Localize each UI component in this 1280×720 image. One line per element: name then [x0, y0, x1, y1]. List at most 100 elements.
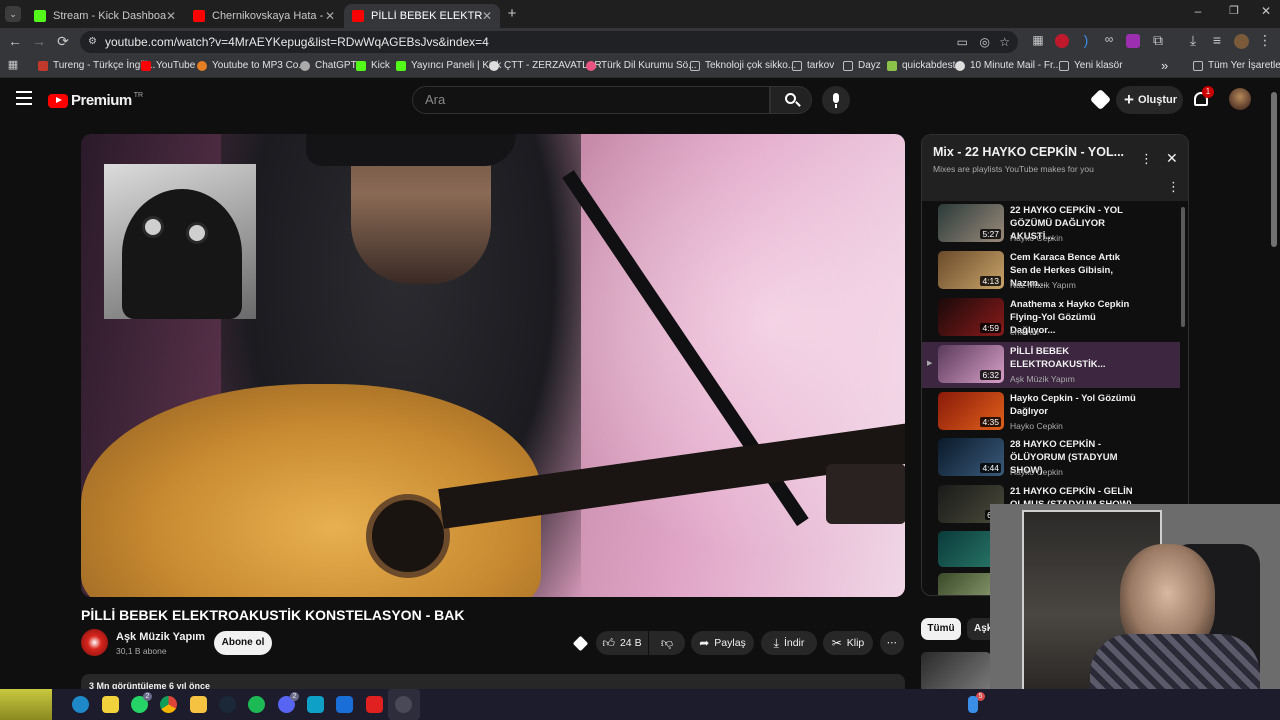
playlist-item[interactable]: 4:44 28 HAYKO CEPKİN - ÖLÜYORUM (STADYUM… — [922, 435, 1180, 481]
bookmark-ctt[interactable]: ÇTT - ZERZAVATLAR — [489, 60, 602, 71]
download-icon[interactable]: ⤓ — [1185, 32, 1201, 49]
bookmark-yt-mp3[interactable]: Youtube to MP3 Co... — [197, 60, 307, 71]
playlist-thumbnail: 4:35 — [938, 392, 1004, 430]
duration-badge: 4:59 — [980, 323, 1001, 333]
acrobat-icon[interactable] — [366, 696, 383, 713]
bookmark-kick-panel[interactable]: Yayıncı Paneli | Kick — [396, 60, 501, 71]
bookmark-folder-tarkov[interactable]: tarkov — [792, 60, 834, 71]
file-explorer-icon[interactable] — [190, 696, 207, 713]
dislike-button[interactable]: 👎︎ — [649, 631, 685, 655]
premium-jewel-icon[interactable] — [572, 635, 589, 652]
sticky-notes-icon[interactable] — [102, 696, 119, 713]
steam-icon[interactable] — [219, 696, 236, 713]
extension-red-icon[interactable] — [1055, 34, 1069, 48]
video-player[interactable] — [81, 134, 905, 597]
search-button[interactable] — [770, 86, 812, 114]
install-app-icon[interactable]: ▭ — [957, 31, 968, 53]
reload-icon[interactable]: ⟳ — [54, 33, 72, 50]
account-avatar[interactable] — [1229, 88, 1251, 110]
playlist-item[interactable]: 4:13 Cem Karaca Bence Artık Sen de Herke… — [922, 248, 1180, 294]
bookmarks-overflow-button[interactable]: » — [1161, 58, 1168, 73]
playlist-close-icon[interactable]: ✕ — [1166, 150, 1178, 167]
download-button[interactable]: ⤓ İndir — [761, 631, 817, 655]
extension-purple-icon[interactable] — [1126, 34, 1140, 48]
tab-pilli-bebek[interactable]: PİLLİ BEBEK ELEKTROAKUSTİK K ✕ — [344, 4, 500, 28]
bookmark-folder-teknoloji[interactable]: Teknoloji çok sikko... — [690, 60, 796, 71]
edge-icon[interactable] — [72, 696, 89, 713]
more-actions-button[interactable]: ⋯ — [880, 631, 904, 655]
bookmark-youtube[interactable]: YouTube — [141, 60, 195, 71]
clip-button[interactable]: ✂ Klip — [823, 631, 873, 655]
tab-search-icon[interactable]: ⌄ — [5, 6, 21, 22]
site-info-icon[interactable]: ⚙ — [88, 31, 97, 53]
back-arrow-icon[interactable]: ← — [6, 33, 24, 49]
playlist-item[interactable]: 4:59 Anathema x Hayko Cepkin Flying-Yol … — [922, 295, 1180, 341]
forward-arrow-icon[interactable]: → — [30, 33, 48, 49]
chrome-icon[interactable] — [160, 696, 177, 713]
playlist-item[interactable]: 5:27 22 HAYKO CEPKİN - YOL GÖZÜMÜ DAĞLIY… — [922, 201, 1180, 247]
logo-region: TR — [133, 92, 144, 99]
bookmark-quickabdest[interactable]: quickabdest — [887, 60, 955, 71]
address-bar[interactable]: ⚙ youtube.com/watch?v=4MrAEYKepug&list=R… — [80, 31, 1018, 53]
eye-off-icon[interactable]: ◎ — [980, 31, 990, 53]
bookmark-kick[interactable]: Kick — [356, 60, 390, 71]
subscribe-button[interactable]: Abone ol — [214, 631, 272, 655]
channel-avatar[interactable] — [81, 629, 108, 656]
store-icon[interactable] — [307, 696, 324, 713]
cat-silhouette — [122, 189, 242, 319]
bookmark-star-icon[interactable]: ☆ — [999, 31, 1010, 53]
playlist-item-current[interactable]: ▶ 6:32 PİLLİ BEBEK ELEKTROAKUSTİK... Aşk… — [922, 342, 1180, 388]
tab-kick-dashboard[interactable]: Stream - Kick Dashboard ✕ — [26, 4, 184, 28]
more-horizontal-icon: ⋯ — [886, 637, 898, 649]
restore-window-icon[interactable]: ❐ — [1224, 4, 1244, 17]
premium-badge-icon[interactable] — [1089, 88, 1112, 111]
extension-audio-icon[interactable]: ) — [1078, 32, 1094, 48]
youtube-logo[interactable]: Premium TR — [48, 92, 143, 109]
notification-count-badge: 1 — [1202, 86, 1214, 98]
weather-widget-icon[interactable] — [0, 689, 52, 720]
tab-close-icon[interactable]: ✕ — [482, 9, 492, 23]
playlist-menu-icon[interactable]: ⋮ — [1140, 151, 1153, 167]
create-button[interactable]: + Oluştur — [1116, 86, 1183, 114]
bookmark-label: Tüm Yer İşaretleri — [1208, 60, 1280, 71]
all-bookmarks-folder[interactable]: Tüm Yer İşaretleri — [1193, 60, 1280, 71]
bookmark-10minmail[interactable]: 10 Minute Mail - Fr... — [955, 60, 1061, 71]
tab-chernikovskaya[interactable]: Chernikovskaya Hata - Belaya N ✕ — [185, 4, 343, 28]
filter-chip-all[interactable]: Tümü — [921, 618, 961, 640]
hamburger-menu-icon[interactable] — [16, 91, 32, 105]
playlist-options-icon[interactable]: ⋮ — [1167, 179, 1180, 195]
page-scrollbar[interactable] — [1271, 92, 1277, 247]
voice-search-button[interactable] — [822, 86, 850, 114]
mail-icon[interactable] — [336, 696, 353, 713]
spotify-icon[interactable] — [248, 696, 265, 713]
extensions-puzzle-icon[interactable]: ⧉ — [1150, 32, 1166, 49]
apps-grid-icon[interactable]: ▦ — [6, 58, 20, 71]
related-video-thumbnail[interactable] — [921, 652, 991, 692]
bookmark-label: Yayıncı Paneli | Kick — [411, 60, 502, 71]
extension-glasses-icon[interactable]: ∞ — [1101, 32, 1117, 46]
chrome-menu-icon[interactable]: ⋮ — [1258, 32, 1272, 49]
playlist-title[interactable]: Mix - 22 HAYKO CEPKİN - YOL... — [933, 145, 1124, 159]
tab-close-icon[interactable]: ✕ — [325, 9, 335, 23]
new-tab-button[interactable]: + — [504, 5, 520, 22]
tray-security-icon[interactable] — [968, 696, 978, 713]
like-button[interactable]: 👍︎ 24 B — [596, 631, 648, 655]
kick-favicon-icon — [34, 10, 46, 22]
bookmark-chatgpt[interactable]: ChatGPT — [300, 60, 357, 71]
minimize-window-icon[interactable]: – — [1188, 4, 1208, 18]
bookmark-tdk[interactable]: Türk Dil Kurumu Sö... — [586, 60, 697, 71]
playlist-item-channel: Hayko Cepkin — [1010, 467, 1063, 477]
bookmark-tureng[interactable]: Tureng - Türkçe İngili... — [38, 60, 155, 71]
playlist-item[interactable]: 4:35 Hayko Cepkin - Yol Gözümü Dağlıyor … — [922, 389, 1180, 435]
bookmark-folder-yeni[interactable]: Yeni klasör — [1059, 60, 1123, 71]
bookmark-folder-dayz[interactable]: Dayz — [843, 60, 881, 71]
channel-name[interactable]: Aşk Müzik Yapım — [116, 631, 205, 643]
playlist-scrollbar[interactable] — [1181, 207, 1185, 327]
search-input[interactable]: Ara — [412, 86, 770, 114]
share-button[interactable]: ➦ Paylaş — [691, 631, 754, 655]
tab-close-icon[interactable]: ✕ — [166, 9, 176, 23]
extension-icon[interactable]: ▦ — [1030, 33, 1046, 47]
profile-avatar-icon[interactable] — [1234, 34, 1249, 49]
reading-list-icon[interactable]: ≡ — [1209, 32, 1225, 48]
close-window-icon[interactable]: ✕ — [1256, 4, 1276, 18]
